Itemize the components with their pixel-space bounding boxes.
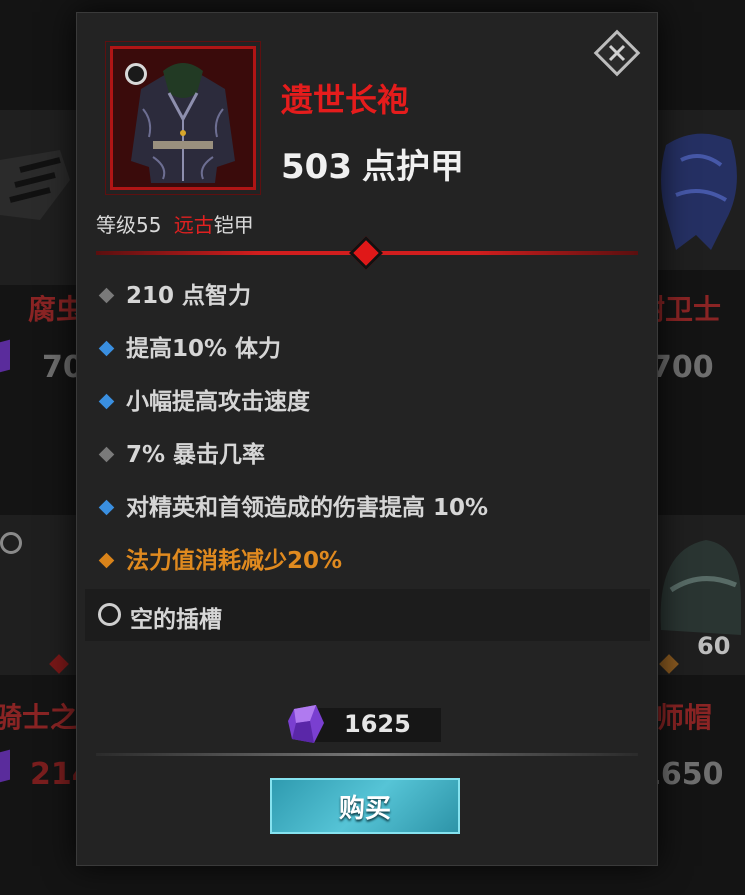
affix-orange-diamond-icon	[98, 552, 115, 568]
bg-item-name-right-bottom: 师帽	[656, 701, 713, 734]
affix-row: 小幅提高攻击速度	[98, 387, 310, 417]
affix-text: 小幅提高攻击速度	[126, 389, 310, 415]
bg-socket-ring	[0, 532, 22, 554]
affix-row: 210 点智力	[98, 281, 252, 311]
affix-blue-diamond-icon	[98, 340, 115, 356]
close-icon[interactable]	[590, 26, 644, 80]
bg-helmet-thumb-icon	[660, 540, 741, 635]
bg-item-name-left-bottom: 骑士之	[0, 701, 79, 734]
armor-value: 503	[281, 147, 352, 187]
item-level: 等级55	[96, 213, 162, 237]
bg-gem-icon-left-2	[0, 749, 10, 785]
affix-row: 对精英和首领造成的伤害提高 10%	[98, 493, 489, 523]
buy-button-label: 购买	[338, 793, 391, 824]
affix-text: 提高10% 体力	[126, 336, 282, 362]
bg-gem-icon-left	[0, 339, 10, 375]
affix-row-legendary: 法力值消耗减少20%	[98, 546, 343, 576]
price-value: 1625	[344, 710, 411, 738]
empty-socket-icon	[98, 603, 121, 626]
purple-gem-icon	[288, 705, 324, 743]
armor-label: 点护甲	[361, 147, 464, 187]
affix-row: 提高10% 体力	[98, 334, 282, 364]
item-rarity: 远古	[173, 213, 214, 237]
item-name: 遗世长袍	[281, 81, 410, 119]
footer-divider	[96, 753, 638, 756]
item-detail-panel: 遗世长袍 503 点护甲 等级55 远古铠甲 210 点智力 提高10% 体力 小…	[76, 12, 658, 866]
buy-button[interactable]: 购买	[270, 778, 460, 834]
robe-icon	[131, 63, 235, 183]
affix-blue-diamond-icon	[98, 499, 115, 515]
bg-golem-thumb-icon	[661, 133, 737, 250]
affix-grey-diamond-icon	[98, 446, 115, 462]
item-slot-type: 铠甲	[213, 213, 254, 237]
item-meta: 等级55 远古铠甲	[96, 209, 254, 238]
item-icon-frame	[105, 41, 261, 195]
affix-text: 7% 暴击几率	[126, 442, 266, 468]
divider-diamond-icon	[349, 236, 383, 270]
affix-text: 210 点智力	[126, 283, 252, 309]
affix-text: 法力值消耗减少20%	[126, 548, 343, 574]
empty-socket-text: 空的插槽	[130, 607, 222, 633]
item-armor: 503 点护甲	[281, 139, 464, 188]
bg-item-price-right-top: 700	[651, 350, 714, 385]
item-socket-indicator-icon	[125, 63, 147, 85]
affix-blue-diamond-icon	[98, 393, 115, 409]
empty-socket-row: 空的插槽	[85, 589, 650, 641]
affix-row: 7% 暴击几率	[98, 440, 266, 470]
affix-grey-diamond-icon	[98, 287, 115, 303]
bg-robe-thumb-left-top-icon	[0, 150, 70, 220]
affix-text: 对精英和首领造成的伤害提高 10%	[126, 495, 489, 521]
